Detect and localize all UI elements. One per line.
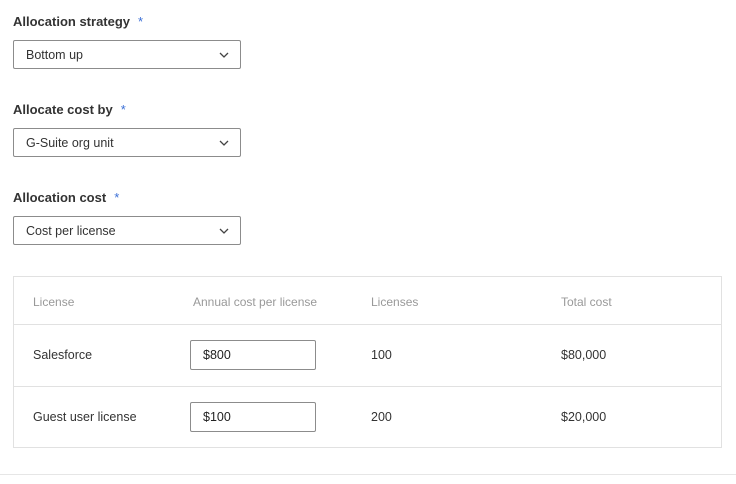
allocation-cost-label: Allocation cost * (13, 190, 119, 205)
allocate-cost-by-value: G-Suite org unit (26, 136, 114, 150)
allocation-cost-label-text: Allocation cost (13, 190, 107, 205)
total-cost: $80,000 (561, 348, 607, 362)
chevron-down-icon (219, 228, 229, 234)
allocation-cost-select[interactable]: Cost per license (13, 216, 241, 245)
column-header-annual-cost: Annual cost per license (193, 295, 318, 309)
chevron-down-icon (219, 140, 229, 146)
annual-cost-input[interactable] (190, 340, 316, 370)
chevron-down-icon (219, 52, 229, 58)
required-asterisk: * (114, 190, 120, 205)
allocation-strategy-select[interactable]: Bottom up (13, 40, 241, 69)
column-header-licenses: Licenses (371, 295, 419, 309)
license-cost-table: License Annual cost per license Licenses… (13, 276, 722, 448)
section-divider (0, 474, 736, 475)
allocation-strategy-value: Bottom up (26, 48, 83, 62)
license-count: 100 (371, 348, 392, 362)
allocate-cost-by-label: Allocate cost by * (13, 102, 126, 117)
allocation-strategy-label-text: Allocation strategy (13, 14, 131, 29)
required-asterisk: * (120, 102, 126, 117)
allocate-cost-by-label-text: Allocate cost by (13, 102, 113, 117)
license-name: Salesforce (33, 348, 93, 362)
annual-cost-input[interactable] (190, 402, 316, 432)
allocation-strategy-label: Allocation strategy * (13, 14, 143, 29)
row-divider (14, 386, 721, 387)
license-name: Guest user license (33, 410, 137, 424)
allocation-cost-value: Cost per license (26, 224, 116, 238)
column-header-total-cost: Total cost (561, 295, 612, 309)
column-header-license: License (33, 295, 75, 309)
required-asterisk: * (138, 14, 144, 29)
license-count: 200 (371, 410, 392, 424)
allocate-cost-by-select[interactable]: G-Suite org unit (13, 128, 241, 157)
row-divider (14, 324, 721, 325)
total-cost: $20,000 (561, 410, 607, 424)
